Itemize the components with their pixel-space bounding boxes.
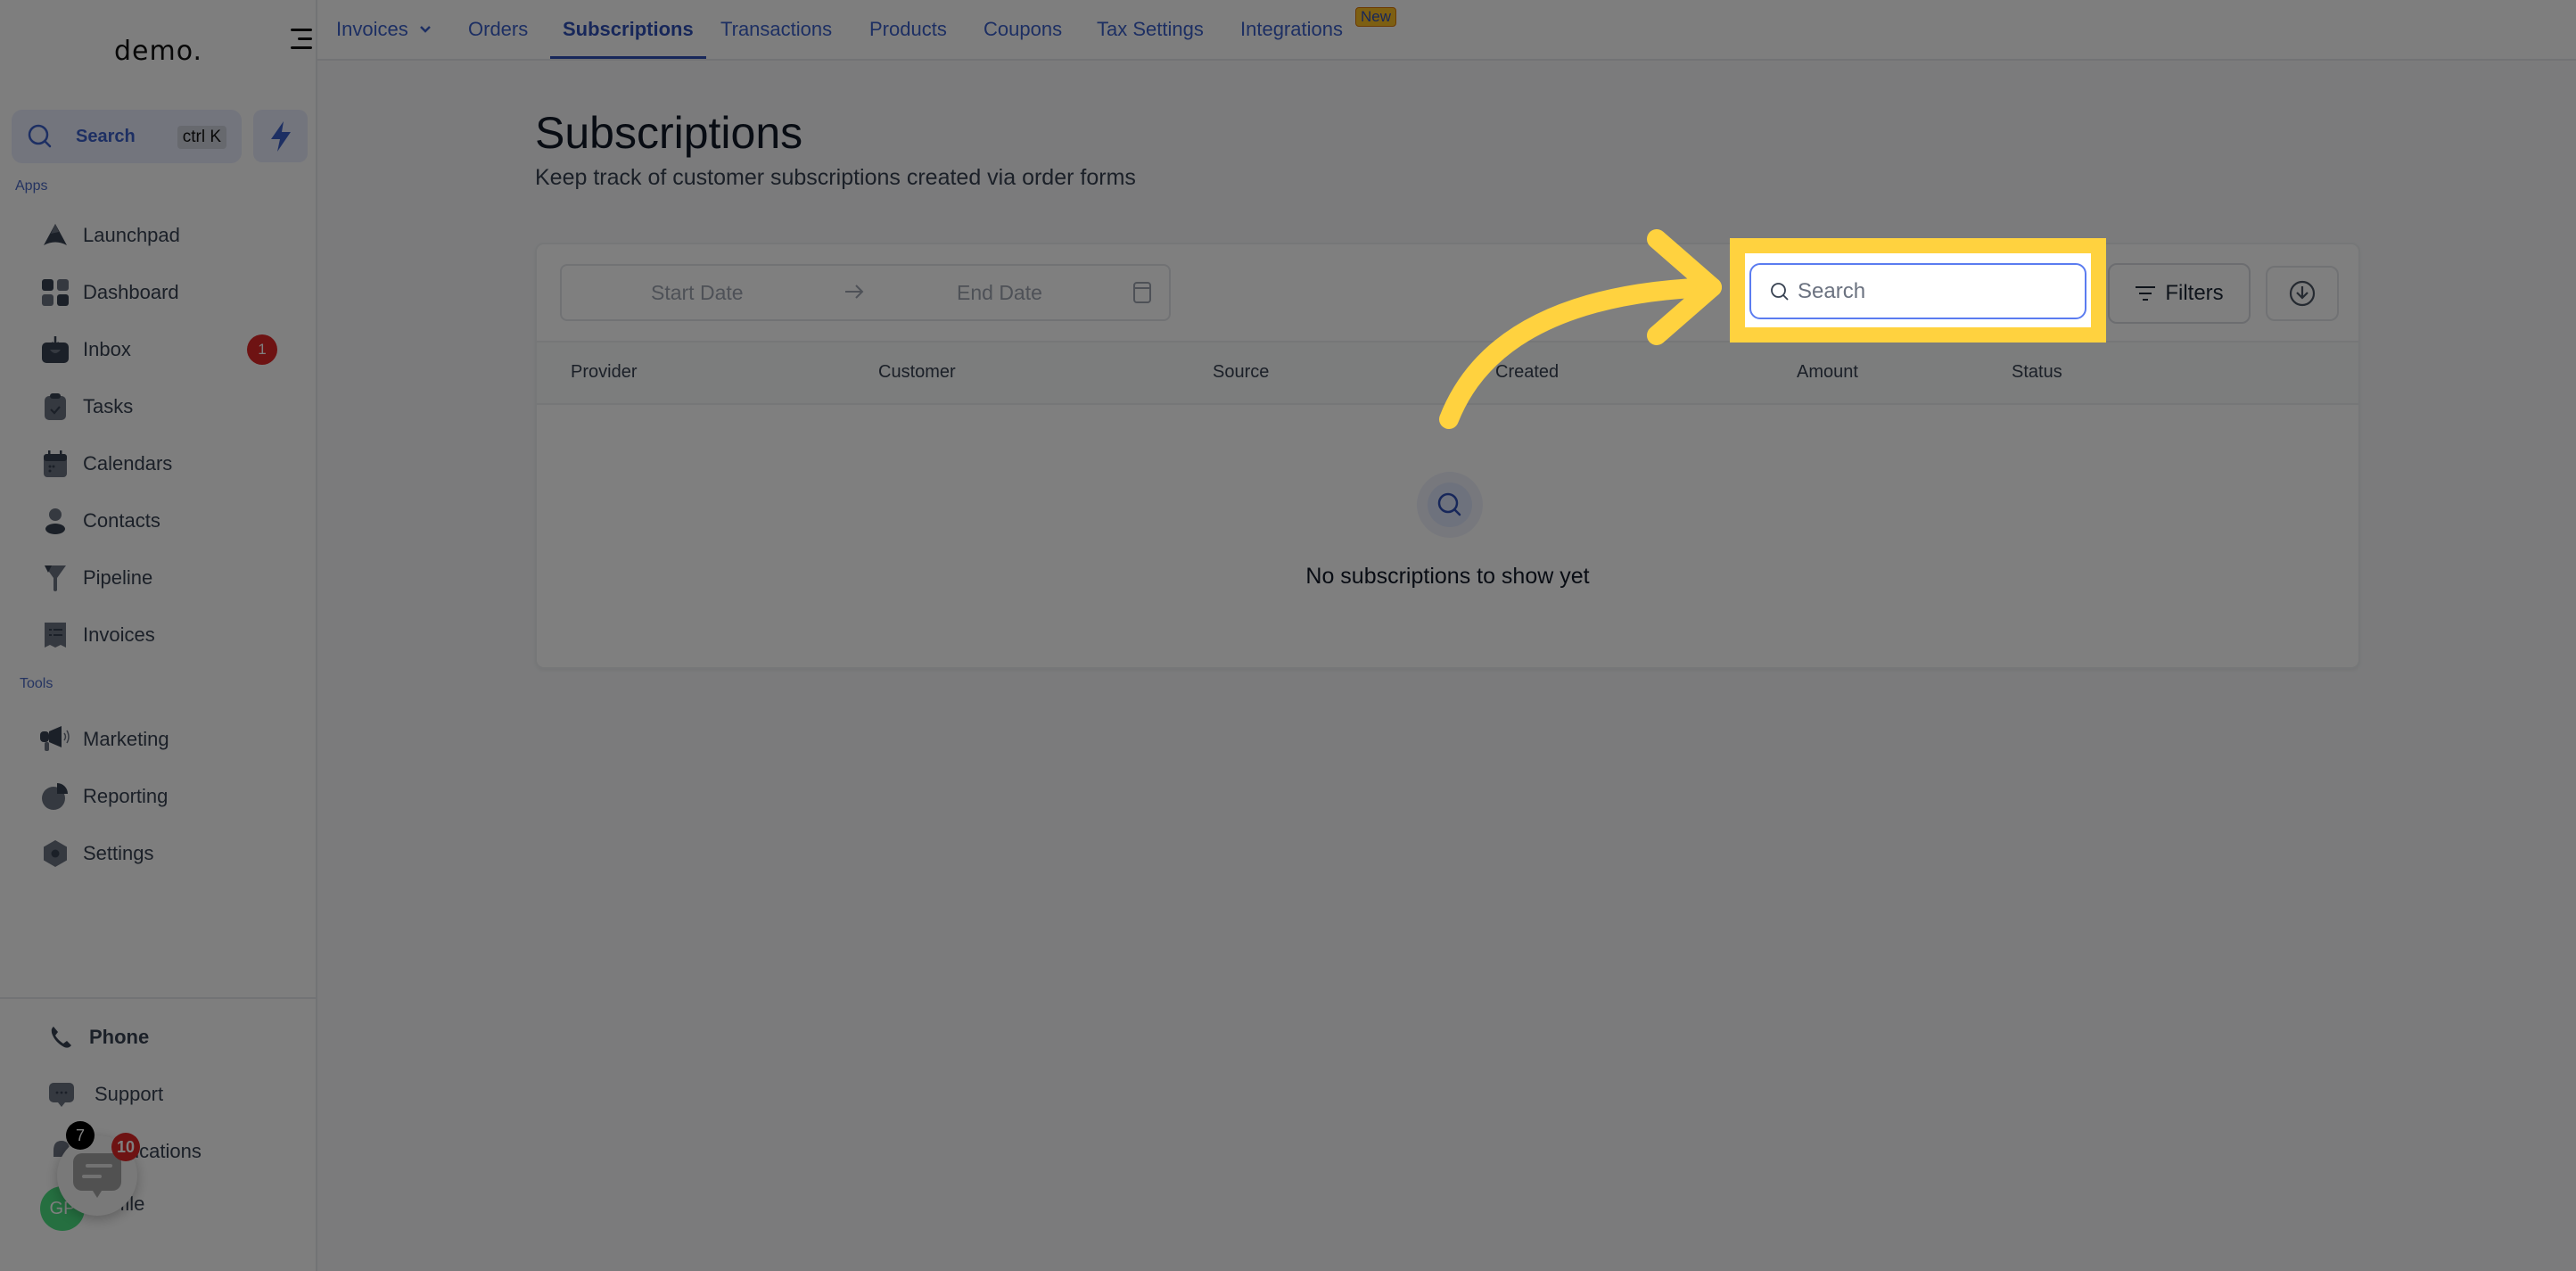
funnel-icon (40, 563, 70, 593)
sidebar-item-support[interactable]: Support (46, 1077, 305, 1112)
arrow-right-icon (845, 285, 864, 299)
sidebar-item-label: Dashboard (83, 281, 179, 303)
sidebar-item-launchpad[interactable]: Launchpad (40, 218, 299, 253)
clipboard-check-icon (40, 392, 70, 422)
chat-unread-badge: 10 (111, 1133, 140, 1161)
search-icon (1771, 282, 1789, 301)
calendar-icon (1133, 282, 1151, 303)
inbox-unread-badge: 1 (247, 334, 277, 365)
top-nav: Invoices Orders Subscriptions Transactio… (317, 0, 2576, 61)
tab-products[interactable]: Products (869, 0, 947, 59)
sidebar-item-inbox[interactable]: Inbox 1 (40, 332, 299, 367)
column-header-status[interactable]: Status (2012, 362, 2062, 383)
sidebar-item-label: Support (95, 1083, 164, 1105)
empty-state-message: No subscriptions to show yet (1305, 564, 1590, 589)
tab-subscriptions[interactable]: Subscriptions (550, 0, 706, 59)
tab-transactions[interactable]: Transactions (720, 0, 832, 59)
sidebar-item-label: Launchpad (83, 224, 180, 246)
sidebar: demo. Search ctrl K Apps Launchpad Dashb… (0, 0, 317, 1271)
sidebar-item-calendars[interactable]: Calendars (40, 446, 299, 482)
tab-label: Products (869, 18, 947, 40)
column-header-created[interactable]: Created (1495, 362, 1559, 383)
column-header-source[interactable]: Source (1213, 362, 1269, 383)
date-range-picker[interactable]: Start Date End Date (560, 264, 1171, 321)
column-header-amount[interactable]: Amount (1797, 362, 1858, 383)
sidebar-item-label: Inbox (83, 338, 131, 360)
page-title: Subscriptions (535, 108, 803, 158)
tab-label: Tax Settings (1097, 18, 1204, 40)
apps-section-label: Apps (15, 178, 48, 194)
sidebar-item-label: Contacts (83, 509, 160, 532)
column-header-provider[interactable]: Provider (571, 362, 637, 383)
phone-icon (46, 1022, 77, 1052)
collapse-sidebar-button[interactable] (287, 29, 312, 50)
sidebar-item-label: Phone (89, 1026, 150, 1048)
sidebar-item-pipeline[interactable]: Pipeline (40, 560, 299, 596)
search-icon (28, 124, 52, 148)
empty-state-icon (1417, 472, 1483, 538)
filter-icon (2136, 286, 2156, 301)
chat-bubble-icon (46, 1079, 77, 1110)
sidebar-item-label: Invoices (83, 623, 155, 646)
tab-label: Subscriptions (563, 18, 694, 40)
chevron-down-icon (419, 26, 431, 33)
search-input[interactable] (1798, 278, 2065, 304)
sidebar-divider (0, 997, 317, 999)
sidebar-item-settings[interactable]: Settings (40, 836, 299, 871)
tab-tax-settings[interactable]: Tax Settings (1097, 0, 1204, 59)
sidebar-search-button[interactable]: Search ctrl K (12, 110, 242, 163)
filters-button[interactable]: Filters (2108, 263, 2251, 324)
download-icon (2289, 280, 2316, 307)
tab-integrations[interactable]: Integrations (1240, 0, 1343, 59)
page-subtitle: Keep track of customer subscriptions cre… (535, 165, 1136, 190)
hexagon-gear-icon (40, 838, 70, 869)
column-header-customer[interactable]: Customer (878, 362, 956, 383)
sidebar-item-label: Reporting (83, 785, 169, 807)
person-icon (40, 506, 70, 536)
receipt-icon (40, 620, 70, 650)
sidebar-item-label: Calendars (83, 452, 173, 475)
sidebar-item-label: Tasks (83, 395, 134, 417)
sidebar-item-dashboard[interactable]: Dashboard (40, 275, 299, 310)
sidebar-search-label: Search (76, 126, 136, 146)
quick-actions-button[interactable] (253, 110, 308, 162)
search-icon (1437, 492, 1461, 516)
tab-label: Orders (468, 18, 529, 40)
megaphone-icon (40, 724, 70, 755)
tools-section-label: Tools (20, 676, 53, 691)
grid-icon (40, 277, 70, 308)
sidebar-item-phone[interactable]: Phone (46, 1019, 305, 1055)
tab-label: Coupons (983, 18, 1063, 40)
table-header: Provider Customer Source Created Amount … (537, 343, 2358, 405)
logo: demo. (114, 36, 203, 67)
sidebar-item-marketing[interactable]: Marketing (40, 722, 299, 757)
tab-orders[interactable]: Orders (468, 0, 528, 59)
keyboard-shortcut: ctrl K (177, 126, 226, 149)
tab-invoices[interactable]: Invoices (336, 0, 432, 59)
search-input-wrapper[interactable] (1749, 263, 2086, 319)
sidebar-item-contacts[interactable]: Contacts (40, 503, 299, 539)
notification-count-badge: 7 (66, 1121, 95, 1150)
calendar-icon (40, 449, 70, 479)
start-date-field[interactable]: Start Date (651, 281, 744, 305)
tab-coupons[interactable]: Coupons (983, 0, 1062, 59)
lightning-icon (270, 120, 291, 152)
sidebar-item-reporting[interactable]: Reporting (40, 779, 299, 814)
download-button[interactable] (2266, 266, 2339, 321)
sidebar-item-invoices[interactable]: Invoices (40, 617, 299, 653)
sidebar-item-label: Settings (83, 842, 154, 864)
filters-label: Filters (2165, 281, 2224, 305)
inbox-icon (40, 334, 70, 365)
end-date-field[interactable]: End Date (957, 281, 1042, 305)
rocket-icon (40, 220, 70, 251)
sidebar-item-tasks[interactable]: Tasks (40, 389, 299, 425)
sidebar-item-label: Marketing (83, 728, 169, 750)
tab-label: Invoices (336, 18, 408, 40)
tab-label: Integrations (1240, 18, 1343, 40)
tab-label: Transactions (720, 18, 833, 40)
pie-chart-icon (40, 781, 70, 812)
sidebar-item-label: Pipeline (83, 566, 153, 589)
new-badge: New (1355, 7, 1397, 27)
